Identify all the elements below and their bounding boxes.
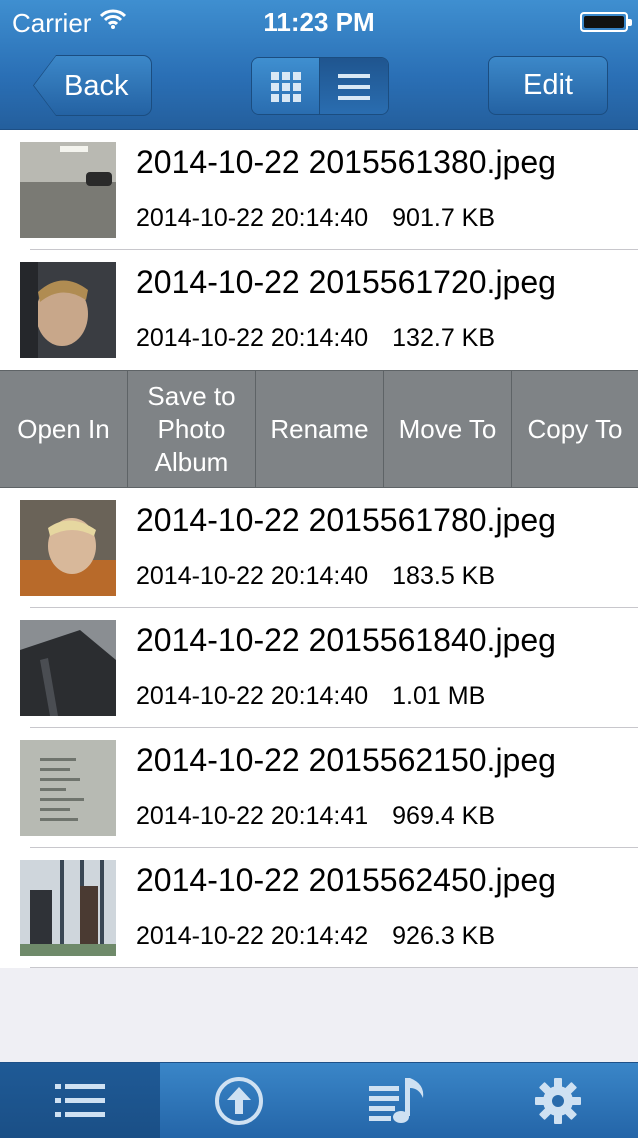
file-size: 901.7 KB [392,204,496,232]
file-size: 926.3 KB [392,922,496,950]
row-separator [30,967,638,968]
photo-thumbnail [20,620,116,716]
file-name: 2014-10-22 2015562450.jpeg [136,862,556,898]
tab-music[interactable] [319,1063,479,1138]
view-mode-segmented-control [251,57,389,115]
file-name: 2014-10-22 2015562150.jpeg [136,742,556,778]
file-row[interactable]: 2014-10-22 2015561780.jpeg 2014-10-22 20… [0,488,638,608]
file-meta: 2014-10-22 20:14:40 1.01 MB [136,682,485,711]
file-name: 2014-10-22 2015561780.jpeg [136,502,556,538]
file-row[interactable]: 2014-10-22 2015561840.jpeg 2014-10-22 20… [0,608,638,728]
navigation-bar: Carrier 11:23 PM Back Edit [0,0,638,130]
list-view-button[interactable] [320,58,388,114]
photo-thumbnail [20,262,116,358]
file-row[interactable]: 2014-10-22 2015562150.jpeg 2014-10-22 20… [0,728,638,848]
file-size: 1.01 MB [392,682,486,710]
file-name: 2014-10-22 2015561840.jpeg [136,622,556,658]
tab-bar [0,1062,638,1138]
file-date: 2014-10-22 20:14:40 [136,204,369,232]
edit-button[interactable]: Edit [488,56,608,115]
file-list: 2014-10-22 2015561380.jpeg 2014-10-22 20… [0,130,638,968]
tab-file-list[interactable] [0,1063,160,1138]
photo-thumbnail [20,500,116,596]
file-row[interactable]: 2014-10-22 2015561380.jpeg 2014-10-22 20… [0,130,638,250]
open-in-button[interactable]: Open In [0,371,128,487]
tab-settings[interactable] [479,1063,638,1138]
list-icon [54,1083,105,1117]
save-label-line1: Save to [147,380,236,411]
file-meta: 2014-10-22 20:14:40 132.7 KB [136,324,495,353]
upload-icon [215,1076,264,1125]
photo-thumbnail [20,860,116,956]
tab-upload[interactable] [160,1063,320,1138]
file-meta: 2014-10-22 20:14:40 183.5 KB [136,562,495,591]
file-name: 2014-10-22 2015561380.jpeg [136,144,556,180]
save-label-line3: Album [154,446,229,477]
file-date: 2014-10-22 20:14:40 [136,562,369,590]
row-action-menu: Open In Save to Photo Album Rename Move To… [0,370,638,488]
battery-icon [580,12,632,32]
file-size: 969.4 KB [392,802,496,830]
status-bar: Carrier 11:23 PM [0,0,638,44]
file-meta: 2014-10-22 20:14:40 901.7 KB [136,204,495,233]
back-button[interactable]: Back [33,55,152,116]
music-playlist-icon [368,1077,423,1123]
file-date: 2014-10-22 20:14:40 [136,324,369,352]
file-date: 2014-10-22 20:14:41 [136,802,369,830]
rename-button[interactable]: Rename [256,371,384,487]
file-date: 2014-10-22 20:14:42 [136,922,369,950]
file-meta: 2014-10-22 20:14:41 969.4 KB [136,802,495,831]
photo-thumbnail [20,142,116,238]
grid-view-button[interactable] [252,58,320,114]
save-label-line2: Photo [157,413,226,444]
grid-icon [271,72,301,102]
save-to-photo-album-button[interactable]: Save to Photo Album [128,371,256,487]
list-lines-icon [338,74,370,100]
copy-to-button[interactable]: Copy To [512,371,638,487]
move-to-button[interactable]: Move To [384,371,512,487]
photo-thumbnail [20,740,116,836]
file-date: 2014-10-22 20:14:40 [136,682,369,710]
status-time: 11:23 PM [263,7,375,37]
back-button-label: Back [64,70,129,102]
file-meta: 2014-10-22 20:14:42 926.3 KB [136,922,495,951]
file-row[interactable]: 2014-10-22 2015561720.jpeg 2014-10-22 20… [0,250,638,370]
file-size: 132.7 KB [392,324,496,352]
file-size: 183.5 KB [392,562,496,590]
gear-icon [535,1077,582,1124]
file-name: 2014-10-22 2015561720.jpeg [136,264,556,300]
file-row[interactable]: 2014-10-22 2015562450.jpeg 2014-10-22 20… [0,848,638,968]
